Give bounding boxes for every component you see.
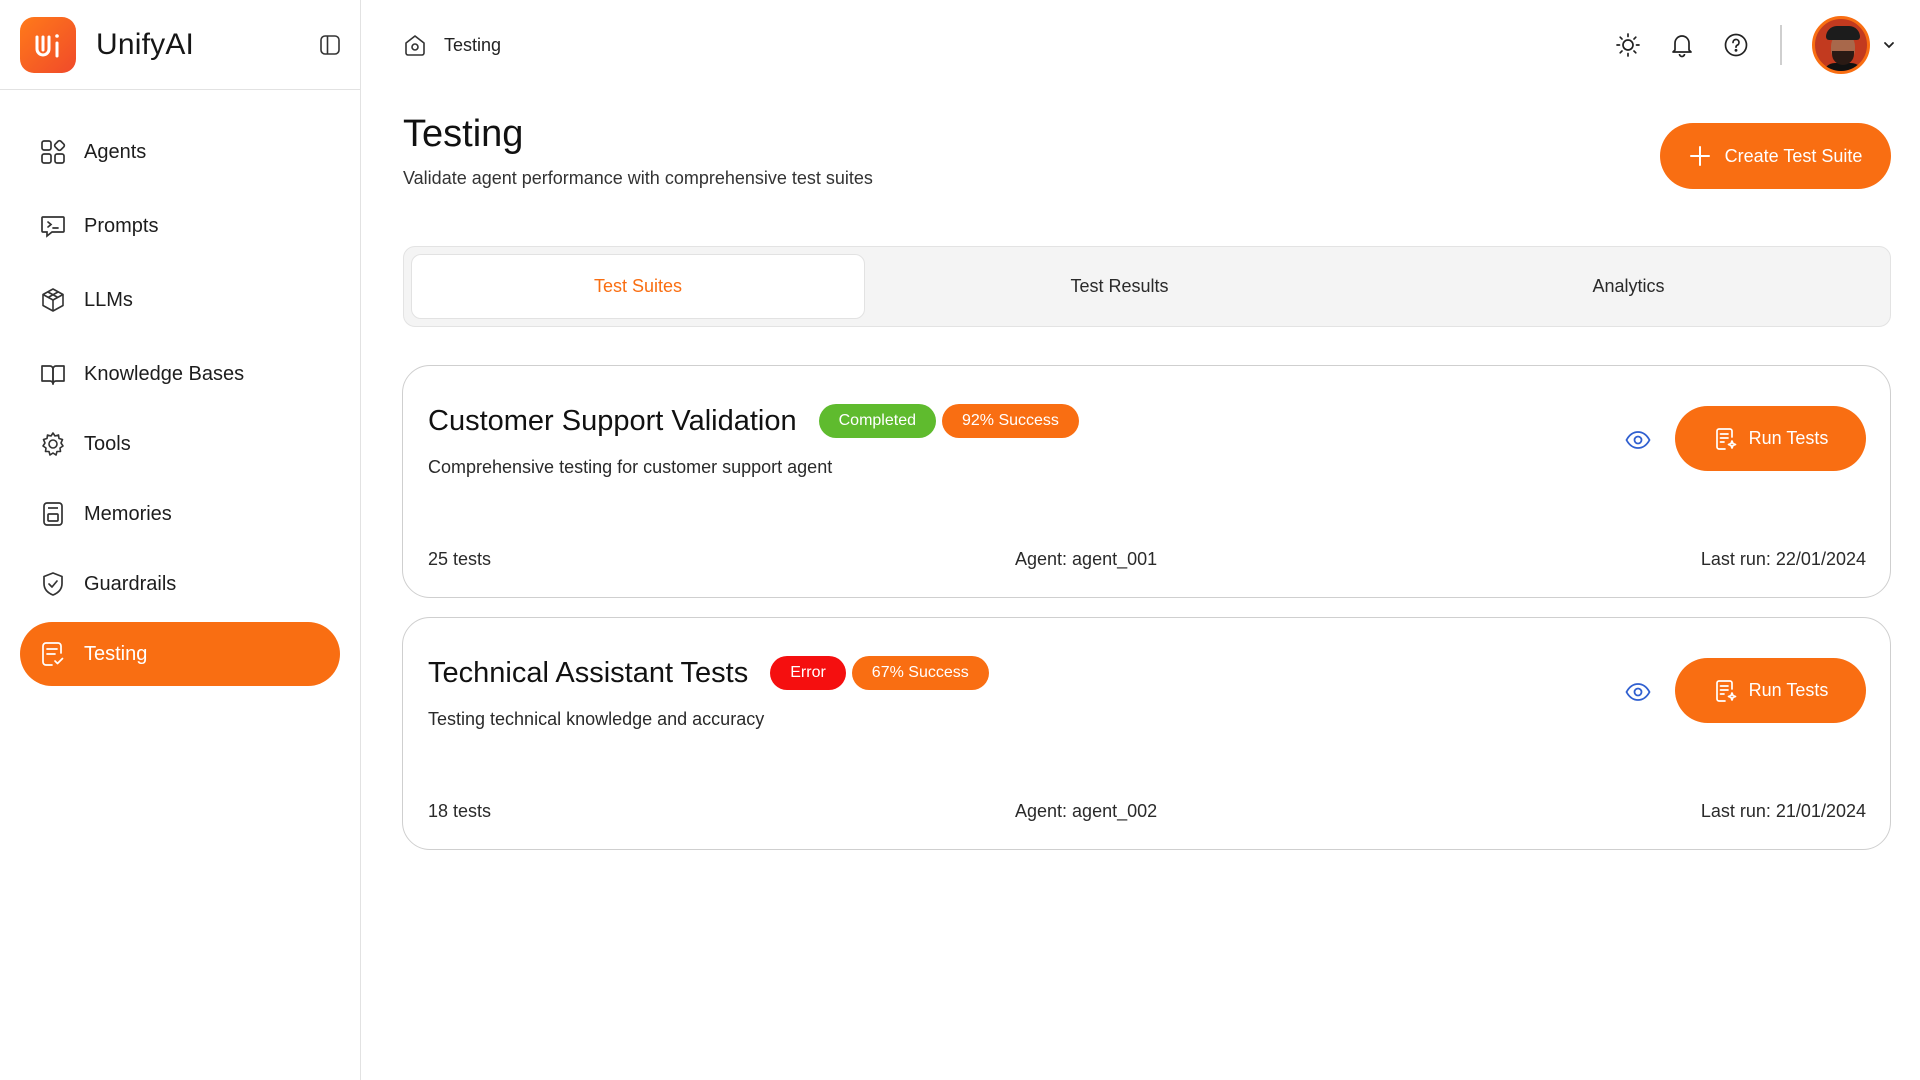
shield-check-icon bbox=[38, 569, 68, 599]
sidebar-item-label: LLMs bbox=[84, 288, 133, 311]
test-doc-icon bbox=[1715, 679, 1736, 702]
sidebar-item-label: Testing bbox=[84, 642, 148, 665]
run-tests-label: Run Tests bbox=[1748, 680, 1829, 700]
tab-bar: Test Suites Test Results Analytics bbox=[403, 246, 1891, 327]
tools-gear-icon bbox=[38, 429, 68, 459]
tab-test-results[interactable]: Test Results bbox=[865, 254, 1374, 319]
last-run: Last run: 22/01/2024 bbox=[1700, 549, 1866, 569]
app-logo[interactable] bbox=[20, 16, 76, 73]
topbar-divider bbox=[1780, 25, 1782, 65]
sidebar-nav: Agents Prompts LLMs Knowledge Bases Tool… bbox=[0, 90, 360, 686]
sidebar-item-label: Memories bbox=[84, 502, 172, 525]
test-doc-icon bbox=[1715, 427, 1736, 450]
suite-title: Customer Support Validation bbox=[428, 404, 797, 437]
sidebar-item-label: Tools bbox=[84, 432, 131, 455]
page-subtitle: Validate agent performance with comprehe… bbox=[403, 168, 873, 188]
memory-card-icon bbox=[38, 499, 68, 529]
sidebar-item-memories[interactable]: Memories bbox=[20, 482, 340, 546]
breadcrumb-current[interactable]: Testing bbox=[444, 35, 501, 56]
test-suite-card: Technical Assistant Tests Error 67% Succ… bbox=[402, 617, 1891, 850]
card-title-row: Technical Assistant Tests Error 67% Succ… bbox=[428, 656, 995, 690]
status-badge: Completed bbox=[818, 404, 936, 438]
test-suite-card: Customer Support Validation Completed 92… bbox=[402, 365, 1891, 598]
success-badge: 67% Success bbox=[851, 656, 989, 690]
success-badge: 92% Success bbox=[941, 404, 1079, 438]
sidebar-item-label: Guardrails bbox=[84, 572, 177, 595]
sidebar-item-tools[interactable]: Tools bbox=[20, 412, 340, 476]
plus-icon bbox=[1689, 146, 1710, 166]
run-tests-button[interactable]: Run Tests bbox=[1675, 406, 1866, 471]
suite-description: Comprehensive testing for customer suppo… bbox=[428, 457, 833, 477]
app-name: UnifyAI bbox=[96, 27, 195, 61]
topbar: Testing bbox=[362, 0, 1920, 90]
sidebar-item-guardrails[interactable]: Guardrails bbox=[20, 552, 340, 616]
page-title: Testing bbox=[403, 113, 524, 155]
sidebar-item-testing[interactable]: Testing bbox=[20, 622, 340, 686]
sidebar-toggle-icon[interactable] bbox=[318, 33, 342, 57]
chevron-down-icon[interactable] bbox=[1882, 38, 1896, 52]
help-icon[interactable] bbox=[1722, 31, 1750, 59]
terminal-prompt-icon bbox=[38, 211, 68, 241]
eye-icon[interactable] bbox=[1624, 426, 1652, 454]
sun-icon[interactable] bbox=[1614, 31, 1642, 59]
create-test-suite-button[interactable]: Create Test Suite bbox=[1660, 123, 1891, 189]
suite-title: Technical Assistant Tests bbox=[428, 656, 749, 689]
test-count: 18 tests bbox=[428, 801, 492, 821]
run-tests-label: Run Tests bbox=[1748, 428, 1829, 448]
sidebar-item-llms[interactable]: LLMs bbox=[20, 268, 340, 332]
testing-doc-icon bbox=[38, 639, 68, 669]
sidebar-item-label: Agents bbox=[84, 140, 147, 163]
breadcrumb: Testing bbox=[402, 32, 501, 58]
agent-id: Agent: agent_001 bbox=[1015, 549, 1158, 569]
card-title-row: Customer Support Validation Completed 92… bbox=[428, 404, 1085, 438]
card-footer: 18 tests Agent: agent_002 Last run: 21/0… bbox=[428, 801, 1866, 822]
test-count: 25 tests bbox=[428, 549, 492, 569]
create-test-suite-label: Create Test Suite bbox=[1724, 145, 1863, 166]
agents-grid-icon bbox=[38, 137, 68, 167]
book-icon bbox=[38, 359, 68, 389]
llm-cube-icon bbox=[38, 285, 68, 315]
run-tests-button[interactable]: Run Tests bbox=[1675, 658, 1866, 723]
sidebar-item-label: Knowledge Bases bbox=[84, 362, 245, 385]
agent-id: Agent: agent_002 bbox=[1015, 801, 1158, 821]
sidebar-item-label: Prompts bbox=[84, 214, 159, 237]
sidebar-item-agents[interactable]: Agents bbox=[20, 120, 340, 184]
sidebar: UnifyAI Agents Prompts LLMs Knowledge Ba… bbox=[0, 0, 361, 1080]
avatar[interactable] bbox=[1812, 16, 1870, 74]
sidebar-item-knowledge-bases[interactable]: Knowledge Bases bbox=[20, 342, 340, 406]
home-icon[interactable] bbox=[402, 32, 428, 58]
last-run: Last run: 21/01/2024 bbox=[1700, 801, 1866, 821]
tab-test-suites[interactable]: Test Suites bbox=[411, 254, 865, 319]
card-footer: 25 tests Agent: agent_001 Last run: 22/0… bbox=[428, 549, 1866, 570]
sidebar-item-prompts[interactable]: Prompts bbox=[20, 194, 340, 258]
status-badge: Error bbox=[770, 656, 846, 690]
bell-icon[interactable] bbox=[1668, 31, 1696, 59]
suite-description: Testing technical knowledge and accuracy bbox=[428, 709, 765, 729]
top-actions bbox=[1588, 16, 1896, 74]
eye-icon[interactable] bbox=[1624, 678, 1652, 706]
tab-analytics[interactable]: Analytics bbox=[1374, 254, 1883, 319]
brand-header: UnifyAI bbox=[0, 0, 360, 90]
